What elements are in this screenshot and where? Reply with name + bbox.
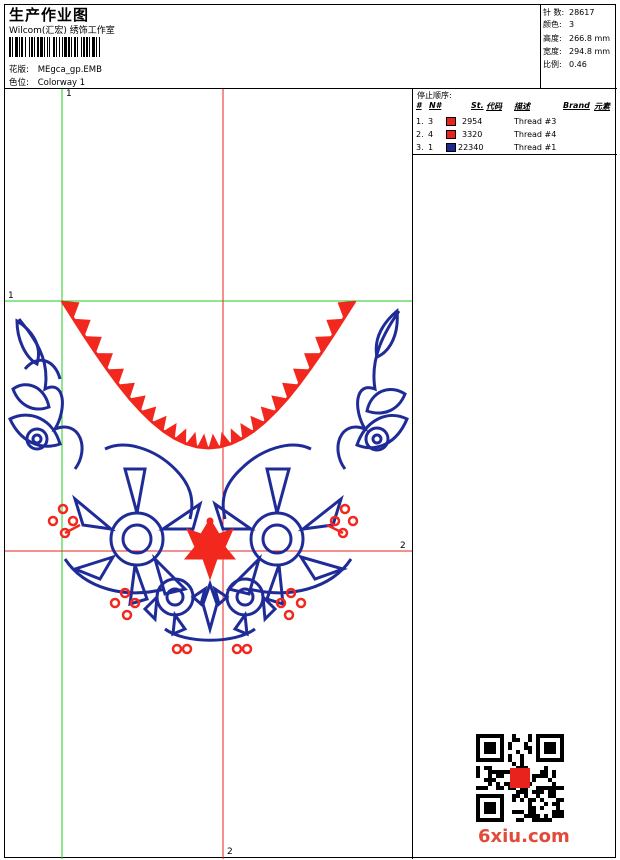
design-value: MEgca_gp.EMB [37, 65, 102, 75]
colorway-label: 色位: [9, 78, 29, 88]
stats-panel: 针 数: 28617 颜色: 3 高度: 266.8 mm 宽度: 294.8 mm 比… [541, 5, 617, 89]
right-small-flower-center [371, 433, 383, 445]
production-sheet: 生产作业图 Wilcom(汇宏) 绣饰工作室 花版: MEgca_gp.EMB … [4, 4, 617, 859]
legend-row-num: 2. [416, 130, 424, 139]
left-leaf-1 [15, 318, 40, 367]
blue-motifs [8, 308, 409, 642]
legend-row-n: 3 [428, 117, 434, 126]
axis-label-h2: 2 [400, 541, 406, 551]
thread-swatch [446, 130, 456, 139]
stat-height: 高度: 266.8 mm [543, 34, 611, 43]
axis-label-h1: 1 [8, 291, 14, 301]
watermark-logo: 6xiu.com [478, 826, 570, 847]
left-small-flower-center [31, 433, 43, 445]
left-leaf-curl [23, 358, 62, 380]
legend-row-code: 22340 [458, 143, 484, 152]
legend-row: 3. 1 22340 Thread #1 [413, 143, 617, 156]
header-info: 生产作业图 Wilcom(汇宏) 绣饰工作室 花版: MEgca_gp.EMB … [5, 5, 541, 89]
legend-title: 停止顺序: [417, 91, 452, 100]
legend-row-n: 4 [428, 130, 434, 139]
legend-row-desc: Thread #1 [514, 143, 557, 152]
berries-bottom-right [231, 643, 253, 655]
axis-label-v2: 2 [227, 847, 233, 857]
legend-head-n: N# [429, 101, 442, 110]
legend-row-num: 3. [416, 143, 424, 152]
legend-head-desc: 描述 [514, 102, 530, 111]
legend-row-code: 3320 [462, 130, 483, 139]
colorway-row: 色位: Colorway 1 [9, 76, 85, 88]
legend-row-num: 1. [416, 117, 424, 126]
company-name: Wilcom(汇宏) 绣饰工作室 [9, 26, 115, 36]
design-canvas: 1 1 2 2 [5, 89, 413, 859]
legend-row-desc: Thread #3 [514, 117, 557, 126]
berries-left-mid [47, 503, 81, 539]
collar-tooth [197, 433, 209, 448]
collar-zigzag [60, 300, 357, 450]
stat-width: 宽度: 294.8 mm [543, 47, 611, 56]
stat-stitches: 针 数: 28617 [543, 8, 595, 17]
thread-legend: 停止顺序: # N# St. 代码 描述 Brand 元素 1. 3 2954 … [413, 89, 617, 155]
legend-head-code: 代码 [486, 102, 502, 111]
legend-row-code: 2954 [462, 117, 483, 126]
thread-swatch [446, 143, 456, 152]
legend-row-desc: Thread #4 [514, 130, 557, 139]
stat-colors: 颜色: 3 [543, 20, 575, 29]
bottom-left-flower [142, 577, 208, 637]
qr-code-icon [476, 734, 564, 822]
legend-head-element: 元素 [594, 102, 610, 111]
colorway-value: Colorway 1 [37, 78, 86, 88]
barcode [9, 37, 157, 57]
legend-head-brand: Brand [563, 101, 590, 110]
collar-curve [60, 300, 357, 450]
design-label: 花版: [9, 65, 29, 75]
bottom-right-flower [212, 577, 278, 637]
berries-bottom-left [171, 643, 193, 655]
embroidery-drawing [5, 89, 412, 859]
sheet-title: 生产作业图 [9, 6, 90, 24]
legend-row-n: 1 [428, 143, 434, 152]
right-leaf-3 [355, 413, 409, 450]
legend-head-st: St. [471, 101, 484, 110]
stat-scale: 比例: 0.46 [543, 60, 587, 69]
design-row: 花版: MEgca_gp.EMB [9, 63, 102, 75]
berries-right-mid [326, 503, 359, 539]
legend-row: 1. 3 2954 Thread #3 [413, 117, 617, 130]
right-leaf-2 [365, 388, 407, 415]
legend-head-num: # [416, 101, 422, 110]
collar-tooth [208, 433, 220, 448]
thread-swatch [446, 117, 456, 126]
axis-label-v1: 1 [66, 89, 72, 99]
legend-row: 2. 4 3320 Thread #4 [413, 130, 617, 143]
